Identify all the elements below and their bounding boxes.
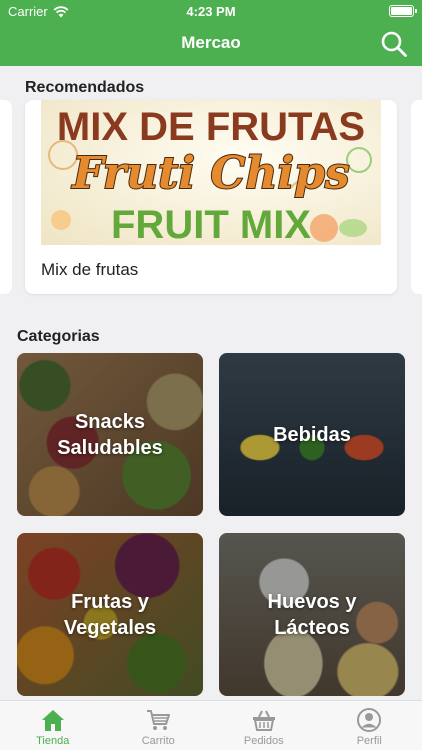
category-card-drinks[interactable]: Bebidas (219, 353, 405, 516)
category-label: Bebidas (273, 423, 351, 446)
tab-label: Perfil (356, 735, 382, 747)
category-label: Snacks Saludables (57, 410, 163, 459)
image-text-subtitle: FRUIT MIX (111, 203, 311, 245)
tab-label: Tienda (36, 735, 70, 747)
category-label: Huevos y Lácteos (267, 590, 357, 639)
category-card-fruits[interactable]: Frutas y Vegetales (17, 533, 203, 696)
product-image: MIX DE FRUTAS Fruti Chips FRUIT MIX (41, 100, 381, 245)
home-icon (41, 710, 64, 731)
status-bar: Carrier 4:23 PM (0, 0, 422, 22)
category-card-snacks[interactable]: Snacks Saludables (17, 353, 203, 516)
tab-label: Pedidos (243, 735, 284, 747)
page-title: Mercao (181, 33, 241, 52)
tab-label: Carrito (141, 735, 175, 747)
navigation-bar: Carrier 4:23 PM Mercao (0, 0, 422, 66)
tab-bar: Tienda Carrito Pedidos Perfil (0, 700, 422, 750)
category-label: Frutas y Vegetales (63, 590, 157, 639)
recommended-card[interactable]: MIX DE FRUTAS Fruti Chips FRUIT MIX Mix … (25, 100, 397, 294)
image-text-heading: MIX DE FRUTAS (57, 105, 365, 149)
recommended-card-prev[interactable] (0, 100, 12, 294)
categories-title: Categorias (17, 328, 100, 345)
profile-icon (357, 708, 382, 732)
recommended-item-label: Mix de frutas (41, 260, 139, 279)
search-icon[interactable] (380, 30, 408, 58)
tab-perfil[interactable]: Perfil (317, 701, 422, 750)
status-time: 4:23 PM (186, 4, 236, 19)
tab-pedidos[interactable]: Pedidos (211, 701, 317, 750)
recommended-card-next[interactable] (411, 100, 422, 294)
tab-tienda[interactable]: Tienda (0, 701, 106, 750)
tab-carrito[interactable]: Carrito (106, 701, 212, 750)
category-card-dairy[interactable]: Huevos y Lácteos (219, 533, 405, 696)
cart-icon (147, 710, 171, 730)
battery-icon (389, 5, 417, 17)
recommended-title: Recomendados (25, 79, 145, 96)
fruit-chips-illustration: MIX DE FRUTAS Fruti Chips FRUIT MIX (48, 105, 372, 245)
image-text-brand: Fruti Chips (70, 148, 349, 199)
basket-icon (252, 710, 275, 731)
